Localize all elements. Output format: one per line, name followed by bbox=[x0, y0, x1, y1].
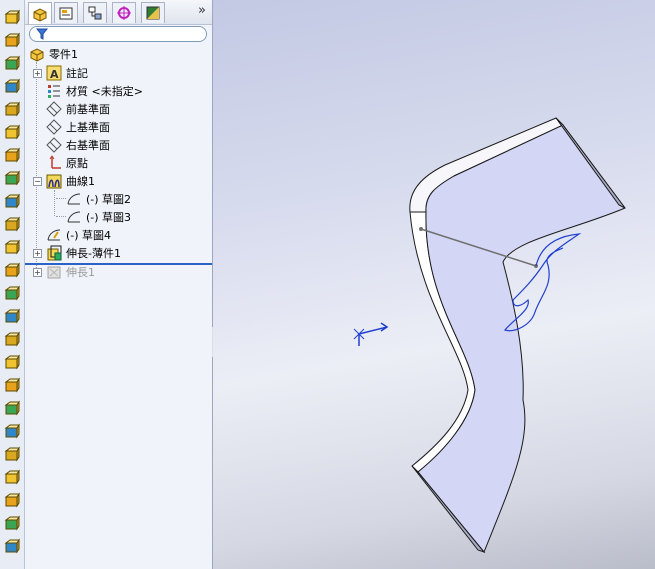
tree-item-label: 材質 <未指定> bbox=[66, 84, 143, 98]
propertymanager-icon bbox=[59, 7, 73, 20]
draft-icon[interactable] bbox=[3, 330, 21, 348]
tree-item-label: 註記 bbox=[66, 66, 88, 80]
tree-item-top-plane[interactable]: 上基準面 bbox=[46, 118, 110, 135]
boundary-boss-icon[interactable] bbox=[3, 100, 21, 118]
tab-displaymanager[interactable] bbox=[141, 2, 165, 23]
tree-item-sketch2[interactable]: (-) 草圖2 bbox=[66, 190, 131, 207]
reference-geometry-icon[interactable] bbox=[3, 468, 21, 486]
tree-connector bbox=[54, 190, 55, 216]
extrude-thin-icon bbox=[46, 245, 62, 261]
tree-item-label: (-) 草圖4 bbox=[66, 228, 112, 242]
pattern-icon[interactable] bbox=[3, 445, 21, 463]
dome-icon[interactable] bbox=[3, 376, 21, 394]
features-command-bar bbox=[0, 0, 25, 569]
tree-item-label: 伸長1 bbox=[66, 265, 95, 279]
tree-item-annotations[interactable]: A 註記 bbox=[46, 64, 88, 81]
revolved-boss-icon[interactable] bbox=[3, 31, 21, 49]
extruded-cut-icon[interactable] bbox=[3, 123, 21, 141]
chamfer-icon[interactable] bbox=[3, 261, 21, 279]
tree-item-label: 上基準面 bbox=[66, 120, 110, 134]
lofted-boss-icon[interactable] bbox=[3, 77, 21, 95]
hole-wizard-icon[interactable] bbox=[3, 537, 21, 555]
instant3d-icon[interactable] bbox=[3, 514, 21, 532]
feature-manager-panel: » 零件1 + A 註記 材質 <未指定> 前基準面 上基準面 右基準面 原點 … bbox=[25, 0, 213, 569]
plane-icon bbox=[46, 100, 62, 117]
tree-item-label: 右基準面 bbox=[66, 138, 110, 152]
tree-item-curve[interactable]: 曲線1 bbox=[46, 172, 95, 189]
shell-icon[interactable] bbox=[3, 307, 21, 325]
graphics-area[interactable] bbox=[213, 0, 655, 569]
origin-icon bbox=[46, 154, 62, 171]
sketch-point[interactable] bbox=[419, 227, 423, 231]
tree-item-part[interactable]: 零件1 bbox=[29, 45, 78, 62]
configurationmanager-icon bbox=[88, 6, 102, 20]
expand-toggle[interactable]: + bbox=[33, 268, 42, 277]
plane-icon bbox=[46, 136, 62, 153]
dimxpert-icon bbox=[117, 6, 131, 20]
intersect-icon[interactable] bbox=[3, 399, 21, 417]
sketch-icon bbox=[46, 227, 62, 243]
svg-text:A: A bbox=[50, 68, 59, 81]
collapse-toggle[interactable]: − bbox=[33, 177, 42, 186]
extrude-icon bbox=[46, 264, 62, 280]
displaymanager-icon bbox=[146, 6, 160, 20]
tree-connector bbox=[36, 62, 37, 272]
swept-boss-icon[interactable] bbox=[3, 54, 21, 72]
tree-item-extrude-thin[interactable]: 伸長-薄件1 bbox=[46, 244, 121, 261]
tab-propertymanager[interactable] bbox=[54, 2, 78, 23]
expand-toggle[interactable]: + bbox=[33, 69, 42, 78]
tree-item-sketch3[interactable]: (-) 草圖3 bbox=[66, 208, 131, 225]
tree-filter-input[interactable] bbox=[29, 26, 207, 42]
material-icon bbox=[46, 83, 62, 99]
swept-cut-icon[interactable] bbox=[3, 169, 21, 187]
curve-icon bbox=[46, 173, 62, 189]
model-view bbox=[353, 117, 626, 554]
wrap-icon[interactable] bbox=[3, 353, 21, 371]
tree-item-extrude[interactable]: 伸長1 bbox=[46, 263, 95, 280]
tree-item-label: 零件1 bbox=[49, 47, 78, 61]
tree-item-label: (-) 草圖2 bbox=[86, 192, 132, 206]
tree-item-label: 原點 bbox=[66, 156, 88, 170]
tree-connector bbox=[56, 216, 66, 217]
featuremanager-icon bbox=[33, 7, 47, 22]
plane-icon bbox=[46, 118, 62, 135]
feature-manager-tabs: » bbox=[25, 0, 212, 25]
filter-icon bbox=[36, 28, 48, 40]
tree-item-right-plane[interactable]: 右基準面 bbox=[46, 136, 110, 153]
tree-item-sketch4[interactable]: (-) 草圖4 bbox=[46, 226, 111, 243]
tree-connector bbox=[56, 198, 66, 199]
part-icon bbox=[29, 46, 45, 62]
extruded-boss-icon[interactable] bbox=[3, 8, 21, 26]
tree-item-label: 曲線1 bbox=[66, 174, 95, 188]
rib-icon[interactable] bbox=[3, 284, 21, 302]
curves-icon[interactable] bbox=[3, 491, 21, 509]
sketch-icon bbox=[66, 209, 82, 225]
lofted-cut-icon[interactable] bbox=[3, 192, 21, 210]
tab-configurationmanager[interactable] bbox=[83, 2, 107, 23]
tree-item-label: 伸長-薄件1 bbox=[66, 246, 121, 260]
tree-item-material[interactable]: 材質 <未指定> bbox=[46, 82, 143, 99]
tree-item-front-plane[interactable]: 前基準面 bbox=[46, 100, 110, 117]
revolved-cut-icon[interactable] bbox=[3, 146, 21, 164]
tab-featuremanager[interactable] bbox=[28, 2, 52, 24]
tree-item-origin[interactable]: 原點 bbox=[46, 154, 88, 171]
annotations-icon: A bbox=[46, 65, 62, 81]
tab-dimxpertmanager[interactable] bbox=[112, 2, 136, 23]
mirror-icon[interactable] bbox=[3, 422, 21, 440]
boundary-cut-icon[interactable] bbox=[3, 215, 21, 233]
expand-toggle[interactable]: + bbox=[33, 249, 42, 258]
more-tabs-button[interactable]: » bbox=[198, 3, 206, 18]
tree-item-label: (-) 草圖3 bbox=[86, 210, 132, 224]
coordinate-triad-icon bbox=[353, 322, 389, 346]
fillet-icon[interactable] bbox=[3, 238, 21, 256]
sketch-icon bbox=[66, 191, 82, 207]
tree-item-label: 前基準面 bbox=[66, 102, 110, 116]
